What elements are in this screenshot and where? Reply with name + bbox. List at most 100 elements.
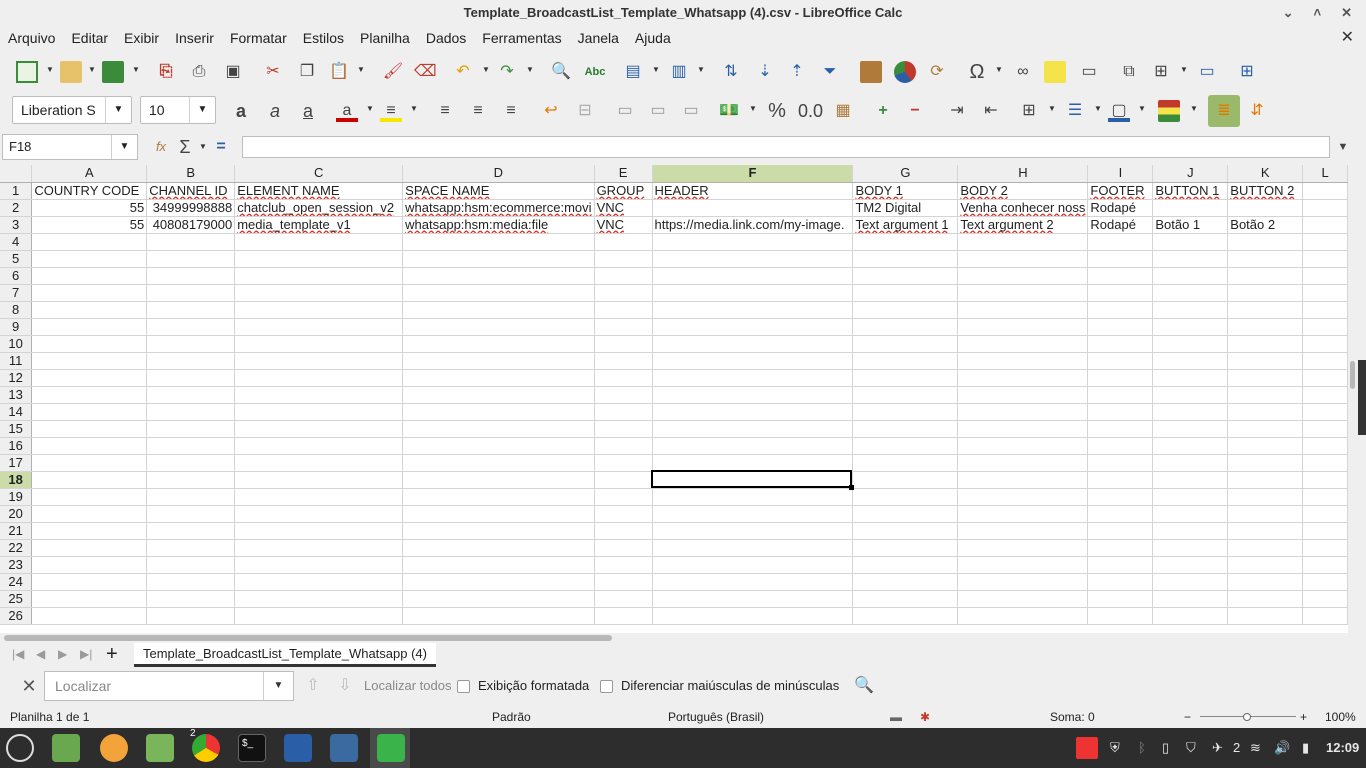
cell-j3[interactable]: Botão 1: [1152, 216, 1229, 234]
cell-l15[interactable]: [1302, 420, 1348, 438]
row-header[interactable]: 22: [0, 539, 33, 557]
cell-i7[interactable]: [1087, 284, 1154, 302]
cell-d2[interactable]: whatsapp:hsm:ecommerce:movi: [402, 199, 595, 217]
cell-i5[interactable]: [1087, 250, 1154, 268]
menu-ajuda[interactable]: Ajuda: [627, 26, 679, 50]
decrease-indent-icon[interactable]: ⇤: [980, 100, 1002, 122]
highlight-color-icon[interactable]: ≡: [380, 100, 402, 122]
cell-h8[interactable]: [957, 301, 1089, 319]
borders-icon[interactable]: ⊞: [1018, 100, 1040, 122]
cell-j15[interactable]: [1152, 420, 1229, 438]
zoom-slider-knob[interactable]: [1243, 713, 1251, 721]
cell-h3[interactable]: Text argument 2: [957, 216, 1089, 234]
cell-g10[interactable]: [852, 335, 959, 353]
function-wizard-icon[interactable]: fx: [150, 136, 172, 158]
find-next-icon[interactable]: ⇩: [334, 675, 356, 697]
cell-g11[interactable]: [852, 352, 959, 370]
shield-tray-icon[interactable]: ⛨: [1110, 728, 1120, 768]
cell-c25[interactable]: [234, 590, 404, 608]
cell-f8[interactable]: [652, 301, 854, 319]
define-print-area-icon[interactable]: ⧉: [1118, 61, 1140, 83]
cell-k9[interactable]: [1227, 318, 1304, 336]
cell-k7[interactable]: [1227, 284, 1304, 302]
cell-j18[interactable]: [1152, 471, 1229, 489]
cell-g8[interactable]: [852, 301, 959, 319]
align-top-icon[interactable]: ▭: [614, 100, 636, 122]
cell-f26[interactable]: [652, 607, 854, 625]
update-shield-icon[interactable]: ⛉: [1186, 728, 1196, 768]
notifications-icon[interactable]: ✈: [1212, 728, 1223, 768]
cell-i14[interactable]: [1087, 403, 1154, 421]
chevron-down-icon[interactable]: ▼: [105, 97, 131, 123]
cell-d9[interactable]: [402, 318, 595, 336]
cell-i4[interactable]: [1087, 233, 1154, 251]
export-pdf-icon[interactable]: ⎘: [155, 61, 177, 83]
cell-c2[interactable]: chatclub_open_session_v2: [234, 199, 404, 217]
cell-g21[interactable]: [852, 522, 959, 540]
cell-l11[interactable]: [1302, 352, 1348, 370]
date-format-icon[interactable]: ▦: [832, 100, 854, 122]
cell-k16[interactable]: [1227, 437, 1304, 455]
cell-a5[interactable]: [31, 250, 148, 268]
cell-d23[interactable]: [402, 556, 595, 574]
cell-f3[interactable]: https://media.link.com/my-image.: [652, 216, 854, 234]
cell-i12[interactable]: [1087, 369, 1154, 387]
cell-l22[interactable]: [1302, 539, 1348, 557]
zoom-out-icon[interactable]: −: [1184, 707, 1191, 727]
cell-d6[interactable]: [402, 267, 595, 285]
cell-i6[interactable]: [1087, 267, 1154, 285]
close-find-icon[interactable]: ✕: [18, 675, 40, 697]
cell-h6[interactable]: [957, 267, 1089, 285]
cell-i13[interactable]: [1087, 386, 1154, 404]
bluetooth-icon[interactable]: ᛒ: [1138, 728, 1146, 768]
find-replace-icon[interactable]: 🔍: [550, 61, 572, 83]
cell-d11[interactable]: [402, 352, 595, 370]
cell-b15[interactable]: [146, 420, 236, 438]
cell-i16[interactable]: [1087, 437, 1154, 455]
cell-j19[interactable]: [1152, 488, 1229, 506]
cell-d21[interactable]: [402, 522, 595, 540]
cell-l21[interactable]: [1302, 522, 1348, 540]
cell-e10[interactable]: [594, 335, 653, 353]
cell-k18[interactable]: [1227, 471, 1304, 489]
cell-f17[interactable]: [652, 454, 854, 472]
column-header-i[interactable]: I: [1087, 165, 1154, 183]
cell-g1[interactable]: BODY 1: [852, 182, 959, 200]
cell-c13[interactable]: [234, 386, 404, 404]
cell-j4[interactable]: [1152, 233, 1229, 251]
cell-d26[interactable]: [402, 607, 595, 625]
cell-g4[interactable]: [852, 233, 959, 251]
border-color-icon[interactable]: ▢: [1108, 100, 1130, 122]
cell-b7[interactable]: [146, 284, 236, 302]
cell-g22[interactable]: [852, 539, 959, 557]
cell-h11[interactable]: [957, 352, 1089, 370]
cell-d18[interactable]: [402, 471, 595, 489]
cell-c9[interactable]: [234, 318, 404, 336]
cell-b20[interactable]: [146, 505, 236, 523]
special-character-icon[interactable]: Ω: [966, 61, 988, 83]
calc-icon[interactable]: [377, 734, 405, 762]
sort-icon[interactable]: ⇅: [720, 61, 742, 83]
chrome-icon[interactable]: [192, 734, 220, 762]
cell-h5[interactable]: [957, 250, 1089, 268]
row-header[interactable]: 23: [0, 556, 33, 574]
cell-j20[interactable]: [1152, 505, 1229, 523]
cell-i9[interactable]: [1087, 318, 1154, 336]
cell-b4[interactable]: [146, 233, 236, 251]
find-all-button[interactable]: Localizar todos: [364, 678, 451, 693]
cell-f25[interactable]: [652, 590, 854, 608]
print-preview-icon[interactable]: ▣: [222, 61, 244, 83]
cell-e6[interactable]: [594, 267, 653, 285]
italic-icon[interactable]: a: [264, 100, 286, 122]
cell-d13[interactable]: [402, 386, 595, 404]
print-icon[interactable]: ⎙: [188, 61, 210, 83]
row-header[interactable]: 26: [0, 607, 33, 625]
redo-icon[interactable]: ↷: [496, 61, 518, 83]
align-right-icon[interactable]: ≡: [500, 100, 522, 122]
cell-f14[interactable]: [652, 403, 854, 421]
cell-g26[interactable]: [852, 607, 959, 625]
row-icon[interactable]: ▤: [622, 61, 644, 83]
column-header-g[interactable]: G: [852, 165, 959, 183]
cell-f22[interactable]: [652, 539, 854, 557]
cell-l18[interactable]: [1302, 471, 1348, 489]
